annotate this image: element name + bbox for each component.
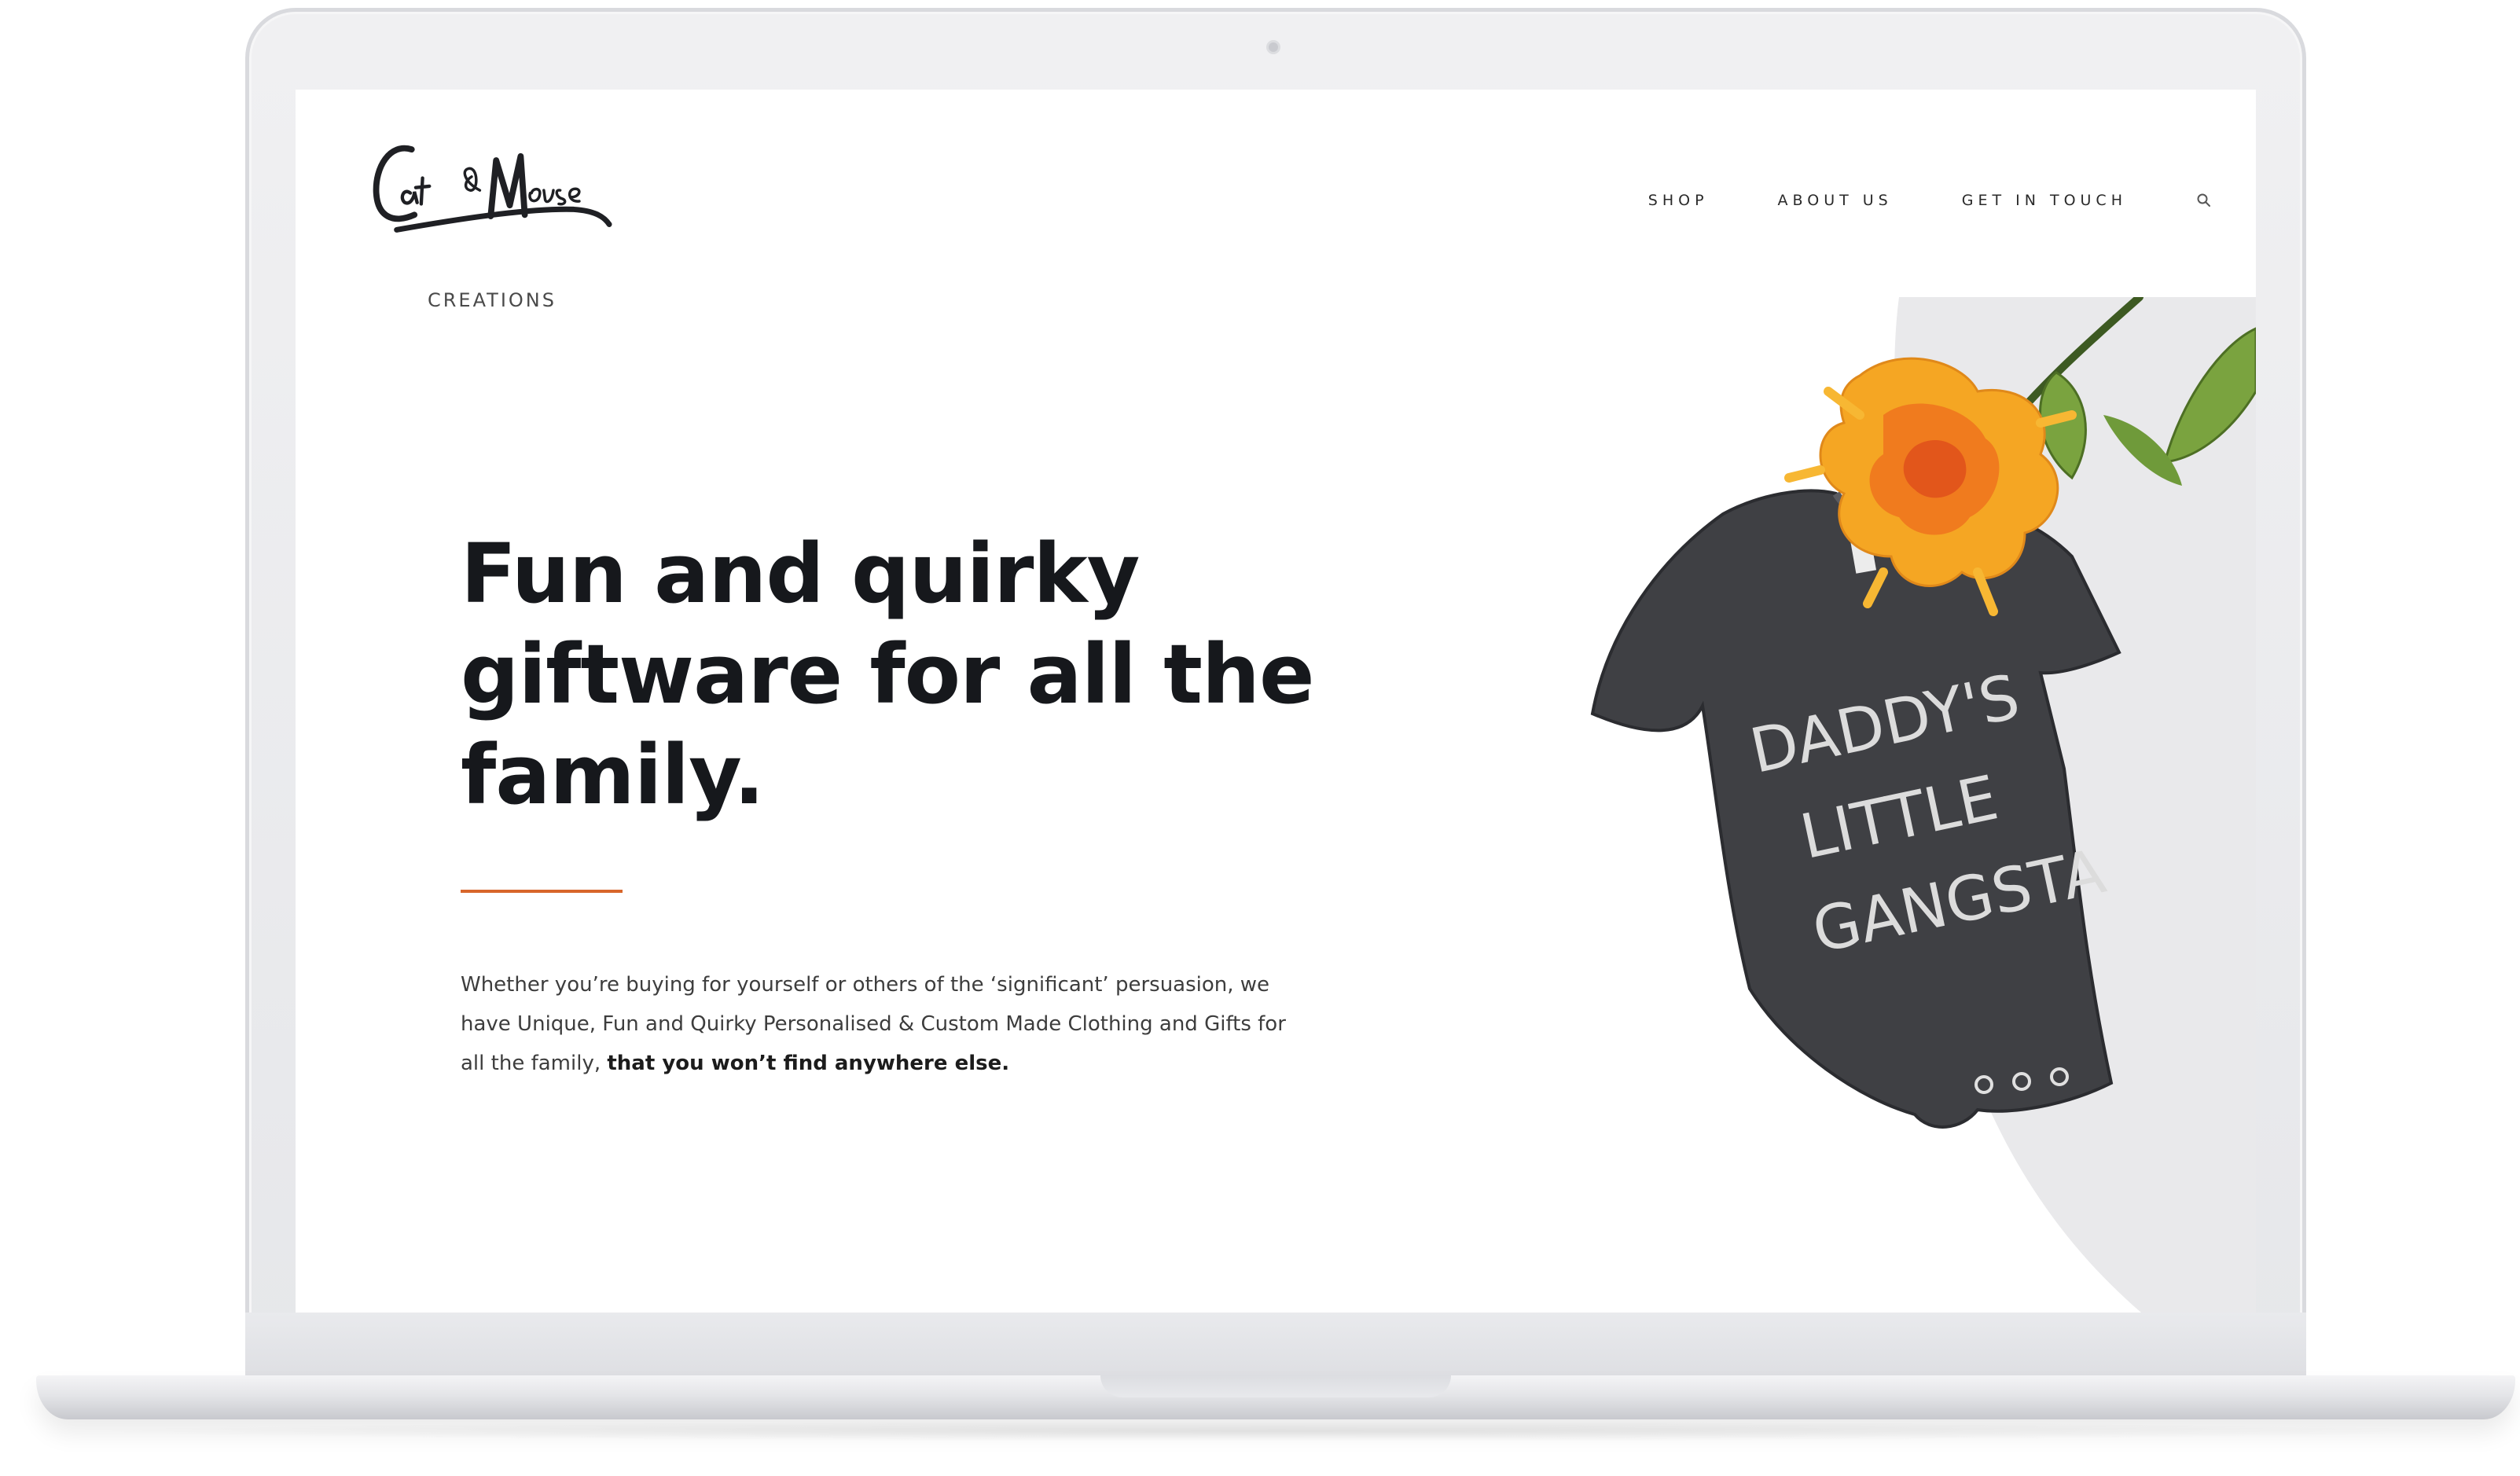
search-icon[interactable] bbox=[2196, 193, 2212, 208]
logo-script-mark bbox=[373, 145, 612, 233]
camera-dot bbox=[1269, 42, 1278, 52]
hero-description: Whether you’re buying for yourself or ot… bbox=[461, 965, 1310, 1083]
site-logo[interactable]: CREATIONS bbox=[351, 140, 634, 311]
hero-description-bold: that you won’t find anywhere else. bbox=[607, 1052, 1010, 1075]
hero-product-image: DADDY'S LITTLE GANGSTA bbox=[1590, 297, 2256, 1313]
nav-item-shop[interactable]: SHOP bbox=[1648, 192, 1709, 209]
laptop-screen-chin bbox=[245, 1313, 2306, 1375]
nav-item-about-us[interactable]: ABOUT US bbox=[1778, 192, 1893, 209]
laptop-mockup: CREATIONS SHOP ABOUT US GET IN TOUCH Fun… bbox=[0, 0, 2520, 1476]
laptop-notch bbox=[1100, 1375, 1451, 1397]
logo-subtitle: CREATIONS bbox=[428, 289, 557, 311]
main-nav: SHOP ABOUT US GET IN TOUCH bbox=[1579, 192, 2212, 209]
laptop-shadow bbox=[71, 1421, 2484, 1441]
hero-headline: Fun and quirky giftware for all the fami… bbox=[461, 526, 1315, 823]
nav-item-get-in-touch[interactable]: GET IN TOUCH bbox=[1962, 192, 2127, 209]
accent-divider bbox=[461, 890, 623, 893]
browser-viewport: CREATIONS SHOP ABOUT US GET IN TOUCH Fun… bbox=[296, 90, 2256, 1313]
